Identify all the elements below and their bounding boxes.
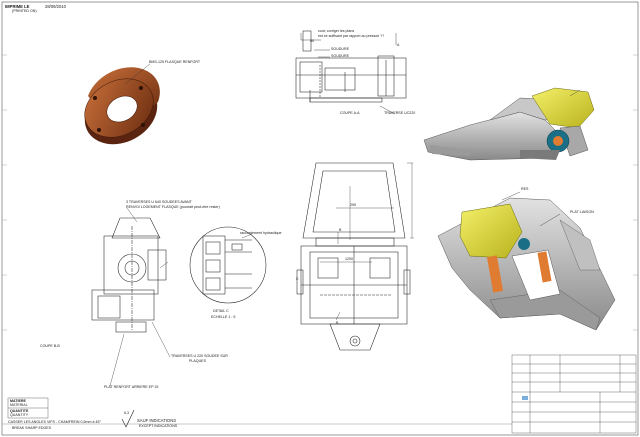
section-b-b-label: COUPE B-B [40,344,60,348]
section-mark-b-bottom: B [336,321,339,325]
section-b-b-view [91,217,167,333]
printed-on-sub: (PRINTED ON) [12,9,37,13]
plat-liaison-label: PLAT LIAISON [570,210,594,214]
dim-290: 290 [350,203,356,207]
roughness-value: 6,3 [124,411,129,415]
plat-arriere-label: PLAT RENFORT ARRIERE EP 15 [104,385,159,389]
section-a-a-label: COUPE A-A [340,111,360,115]
traverse-uc220-label: TRAVERSE UC220 [384,111,416,115]
section-mark-a: A [397,43,400,47]
dim-1200: 1200 [345,257,353,261]
section-mark-b-top: B [339,228,342,232]
assembly-3d-top [423,87,595,161]
title-block-grid [511,354,637,434]
hydraulic-label: raccordement hydraulique [240,231,282,235]
material-sub: MATERIAL [10,403,28,407]
ring-label: BMS-125 FLASQUE RENFORT [149,60,201,64]
front-view [296,162,411,351]
technical-drawing [1,1,639,436]
print-date: 28/09/2010 [45,4,66,9]
logo-mark [522,396,528,400]
flange-ring-3d [84,67,160,145]
quantity-sub: QUANTITY [10,413,29,417]
weld-label-2: SOUDURE [331,54,349,58]
res-label: RES [521,187,529,191]
drawing-sheet: IMPRIME LE (PRINTED ON) 28/09/2010 BMS-1… [0,0,640,437]
dim-50: 50 [310,39,314,43]
plaques-label: PLAQUES [189,359,206,363]
detail-c-label: DETAIL C [213,309,229,313]
weld-label-1: SOUDURE [331,47,349,51]
detail-c-view [189,226,267,304]
detail-c-scale: ECHELLE 1 : 5 [211,315,236,319]
edge-break-sub: BREAK SHARP EDGES [12,426,52,430]
renvoi-label: RENVOI LOGEMENT FLASQUE (pourrait peut-e… [126,205,220,209]
note-sufficient: est ce suffisant par rapport au pressoir… [318,34,385,38]
except-note: SAUF INDICATIONS [137,418,177,423]
assembly-3d-bottom [437,197,616,331]
detail-mark-c: C [296,277,299,281]
edge-break-note: CASSER LES ANGLES VIFS - CHAMFREIN 0,5mm… [8,420,101,424]
except-note-sub: EXCEPT INDICATIONS [139,424,178,428]
